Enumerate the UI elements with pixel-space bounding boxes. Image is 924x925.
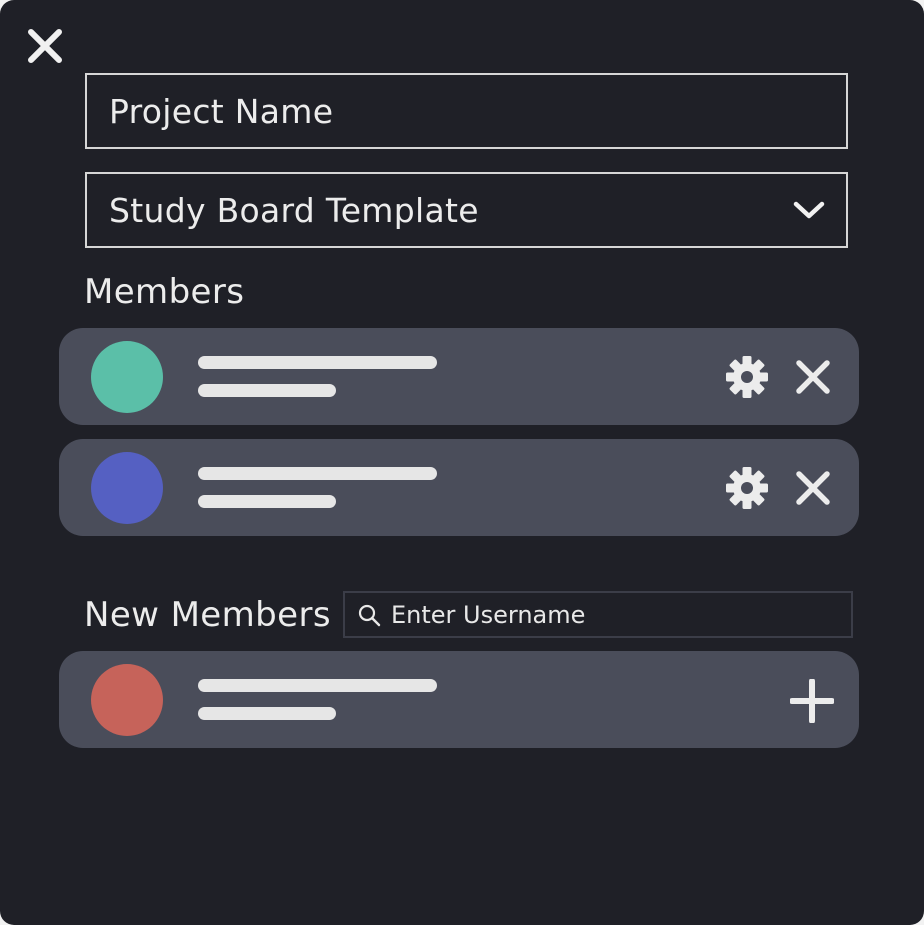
avatar (91, 452, 163, 524)
member-name-placeholder (198, 356, 437, 369)
new-member-card (59, 651, 859, 748)
template-select[interactable]: Study Board Template (85, 172, 848, 248)
project-dialog: Project Name Study Board Template Member… (0, 0, 924, 925)
members-heading: Members (84, 272, 245, 312)
avatar (91, 664, 163, 736)
project-name-placeholder: Project Name (109, 91, 334, 131)
chevron-down-icon (793, 201, 825, 219)
member-detail-placeholder (198, 707, 336, 720)
close-icon[interactable] (26, 27, 64, 65)
template-select-value: Study Board Template (109, 190, 479, 230)
member-detail-placeholder (198, 495, 336, 508)
member-detail-placeholder (198, 384, 336, 397)
project-name-field[interactable]: Project Name (85, 73, 848, 149)
username-search-placeholder: Enter Username (391, 600, 586, 629)
plus-icon[interactable] (790, 679, 834, 723)
member-card (59, 328, 859, 425)
search-icon (358, 604, 381, 626)
member-name-placeholder (198, 467, 437, 480)
gear-icon[interactable] (725, 466, 769, 510)
remove-member-icon[interactable] (794, 469, 832, 507)
member-card (59, 439, 859, 536)
member-name-placeholder (198, 679, 437, 692)
avatar (91, 341, 163, 413)
gear-icon[interactable] (725, 355, 769, 399)
remove-member-icon[interactable] (794, 358, 832, 396)
new-members-heading: New Members (84, 595, 331, 635)
username-search-input[interactable]: Enter Username (343, 591, 853, 638)
